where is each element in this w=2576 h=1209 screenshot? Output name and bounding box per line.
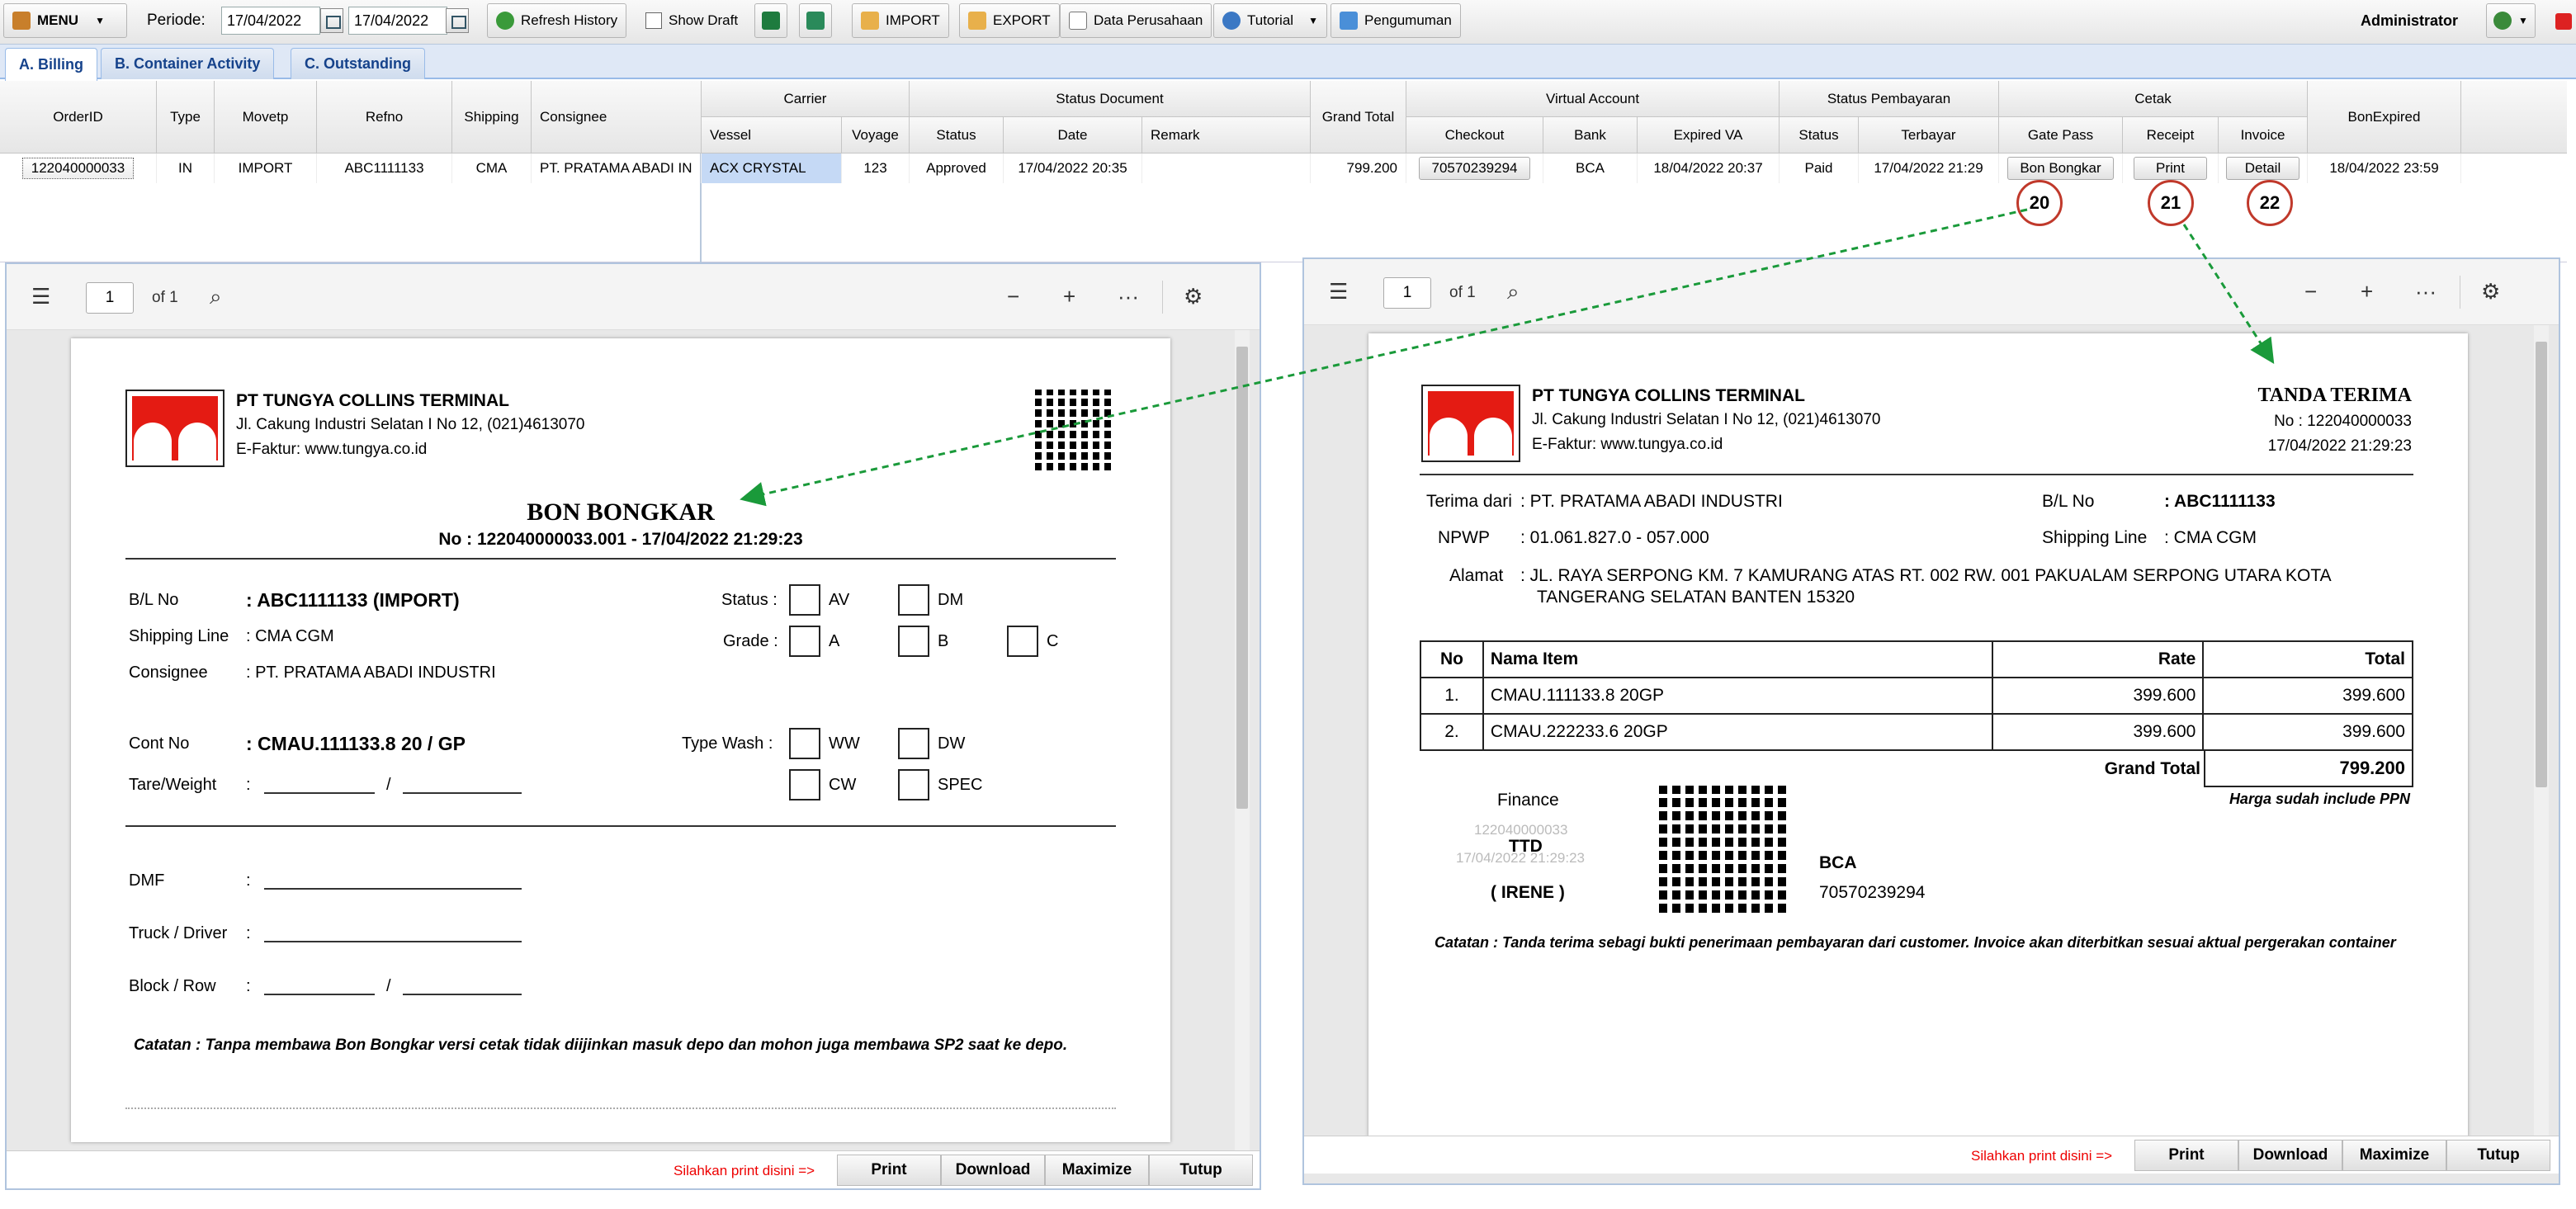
callout-arrows <box>740 208 2275 507</box>
arrow-to-bon-bongkar <box>740 208 2028 507</box>
arrow-to-tanda-terima <box>2182 224 2275 365</box>
